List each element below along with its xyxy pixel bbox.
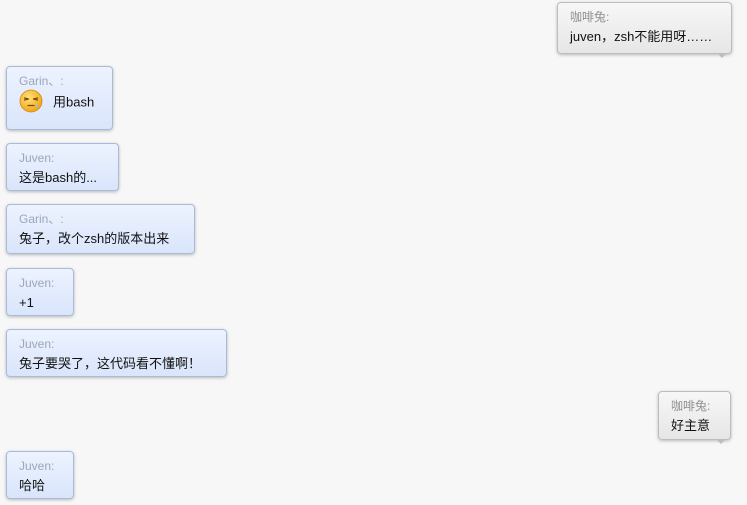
message-sender: Juven: <box>19 337 55 351</box>
message-bubble-outgoing: 咖啡兔: juven，zsh不能用呀…… <box>557 2 732 58</box>
message-text: 兔子要哭了，这代码看不懂啊！ <box>19 356 202 371</box>
message-bubble-incoming: Juven: 兔子要哭了，这代码看不懂啊！ <box>6 329 227 377</box>
chat-transcript: 咖啡兔: juven，zsh不能用呀…… Garin、: 用bash Juven <box>0 0 747 505</box>
sleepy-face-emoticon-icon <box>19 89 43 113</box>
message-sender: 咖啡兔: <box>671 399 711 413</box>
message-sender: Juven: <box>19 459 55 473</box>
message-bubble-incoming: Juven: 这是bash的... <box>6 143 119 191</box>
message-sender: Juven: <box>19 151 55 165</box>
message-text: 用bash <box>53 94 95 110</box>
message-text: 好主意 <box>671 418 711 433</box>
message-sender: Juven: <box>19 276 55 290</box>
message-text: +1 <box>19 295 34 310</box>
message-bubble-outgoing: 咖啡兔: 好主意 <box>658 391 731 444</box>
message-sender: Garin、: <box>19 212 64 226</box>
message-sender: Garin、: <box>19 74 64 88</box>
message-text: juven，zsh不能用呀…… <box>570 29 713 44</box>
message-text: 这是bash的... <box>19 170 98 185</box>
message-bubble-incoming: Juven: 哈哈 <box>6 451 74 499</box>
message-text: 哈哈 <box>19 478 46 493</box>
message-bubble-incoming: Juven: +1 <box>6 268 74 316</box>
message-bubble-incoming: Garin、: 兔子，改个zsh的版本出来 <box>6 204 195 254</box>
message-bubble-incoming: Garin、: 用bash <box>6 66 113 130</box>
message-text: 兔子，改个zsh的版本出来 <box>19 231 170 246</box>
message-sender: 咖啡兔: <box>570 10 610 24</box>
